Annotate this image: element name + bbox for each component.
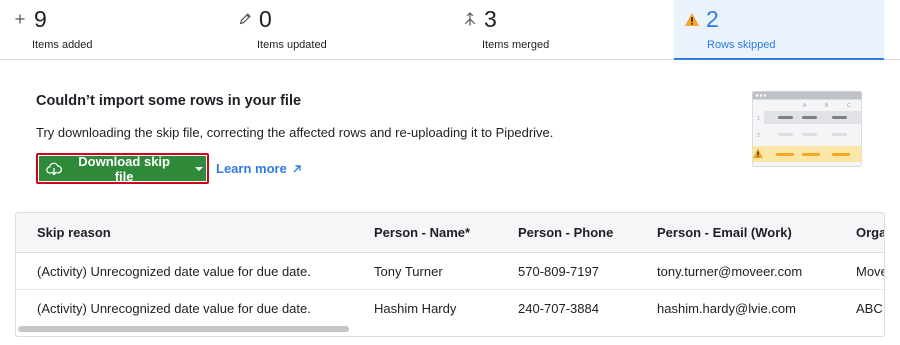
stat-count: 0 [259, 6, 272, 32]
stat-count: 9 [34, 6, 47, 32]
stat-count: 2 [706, 6, 719, 32]
warning-icon [684, 11, 700, 27]
notice-title: Couldn’t import some rows in your file [36, 93, 302, 109]
cell-skip-reason: (Activity) Unrecognized date value for d… [37, 301, 311, 316]
table-row: (Activity) Unrecognized date value for d… [16, 253, 885, 290]
stat-label: Items updated [257, 39, 327, 51]
stat-items-added[interactable]: 9 Items added [12, 0, 236, 60]
column-header-skip-reason: Skip reason [37, 225, 111, 240]
horizontal-scrollbar[interactable] [16, 324, 884, 336]
notice-description: Try downloading the skip file, correctin… [36, 125, 554, 140]
stat-count: 3 [484, 6, 497, 32]
chevron-down-icon[interactable] [192, 166, 206, 172]
stat-items-updated[interactable]: 0 Items updated [237, 0, 461, 60]
cell-organization: ABC [856, 301, 883, 316]
plus-icon [12, 11, 28, 27]
table-header: Skip reason Person - Name* Person - Phon… [16, 213, 885, 253]
skipped-rows-table: Skip reason Person - Name* Person - Phon… [15, 212, 885, 337]
illustration-row-1: 1 [757, 116, 760, 122]
stat-label: Rows skipped [707, 39, 776, 51]
learn-more-label: Learn more [216, 161, 287, 176]
cell-person-phone: 570-809-7197 [518, 263, 599, 279]
illustration-column-c: C [847, 103, 851, 109]
external-link-icon [292, 164, 302, 174]
illustration-row-2: 2 [757, 133, 760, 139]
download-skip-file-label: Download skip file [78, 153, 170, 184]
learn-more-link[interactable]: Learn more [216, 161, 302, 176]
stat-items-merged[interactable]: 3 Items merged [462, 0, 672, 60]
table-row: (Activity) Unrecognized date value for d… [16, 290, 884, 327]
cell-person-email: hashim.hardy@lvie.com [657, 301, 796, 316]
cell-person-name: Hashim Hardy [374, 301, 457, 316]
column-header-organization: Orga [856, 225, 885, 240]
column-header-person-name: Person - Name* [374, 225, 471, 240]
stat-label: Items added [32, 39, 93, 51]
column-header-person-phone: Person - Phone [518, 225, 614, 240]
scrollbar-thumb[interactable] [18, 326, 349, 332]
cell-person-phone: 240-707-3884 [518, 301, 599, 316]
pencil-icon [237, 11, 253, 27]
cell-organization: Move [856, 263, 885, 279]
spreadsheet-illustration: A B C 1 2 [752, 91, 862, 167]
cloud-download-icon [46, 161, 62, 177]
cell-skip-reason: (Activity) Unrecognized date value for d… [37, 263, 311, 279]
stat-label: Items merged [482, 39, 550, 51]
merge-icon [462, 11, 478, 27]
cell-person-email: tony.turner@moveer.com [657, 263, 803, 279]
import-summary-tabs: 9 Items added 0 Items updated 3 Items me… [0, 0, 900, 60]
stat-rows-skipped[interactable]: 2 Rows skipped [674, 0, 884, 60]
column-header-person-email: Person - Email (Work) [657, 225, 792, 240]
cell-person-name: Tony Turner [374, 263, 443, 279]
download-skip-file-button[interactable]: Download skip file [39, 153, 206, 184]
download-skip-file-highlight: Download skip file [36, 153, 209, 184]
